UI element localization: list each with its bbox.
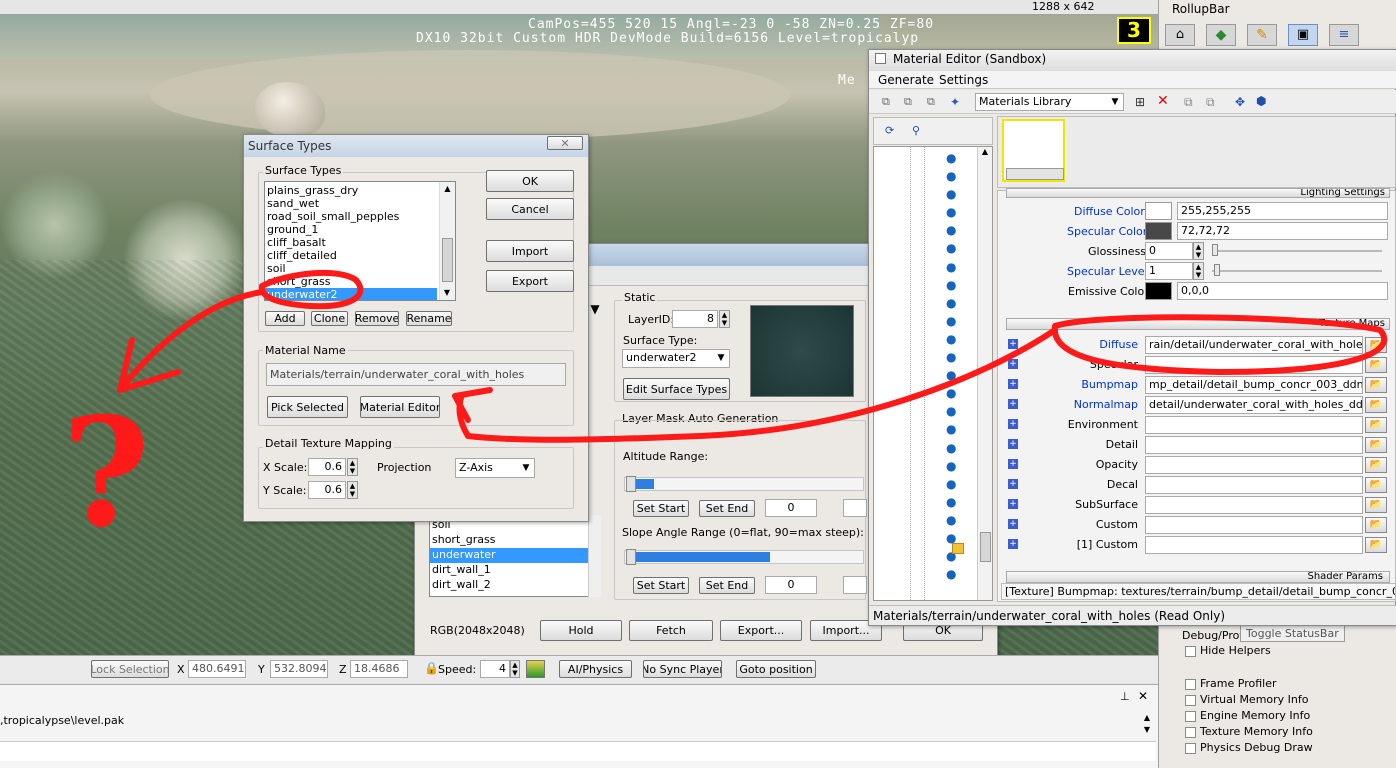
annotation-arrow-bottom (456, 327, 1058, 443)
annotation-circle-underwater (259, 269, 364, 310)
annotation-question-mark: ? (62, 385, 150, 561)
annotation-circle-diffuse (1051, 314, 1388, 375)
annotation-layer (117, 269, 1388, 443)
annotation-arrow-left (117, 289, 265, 393)
